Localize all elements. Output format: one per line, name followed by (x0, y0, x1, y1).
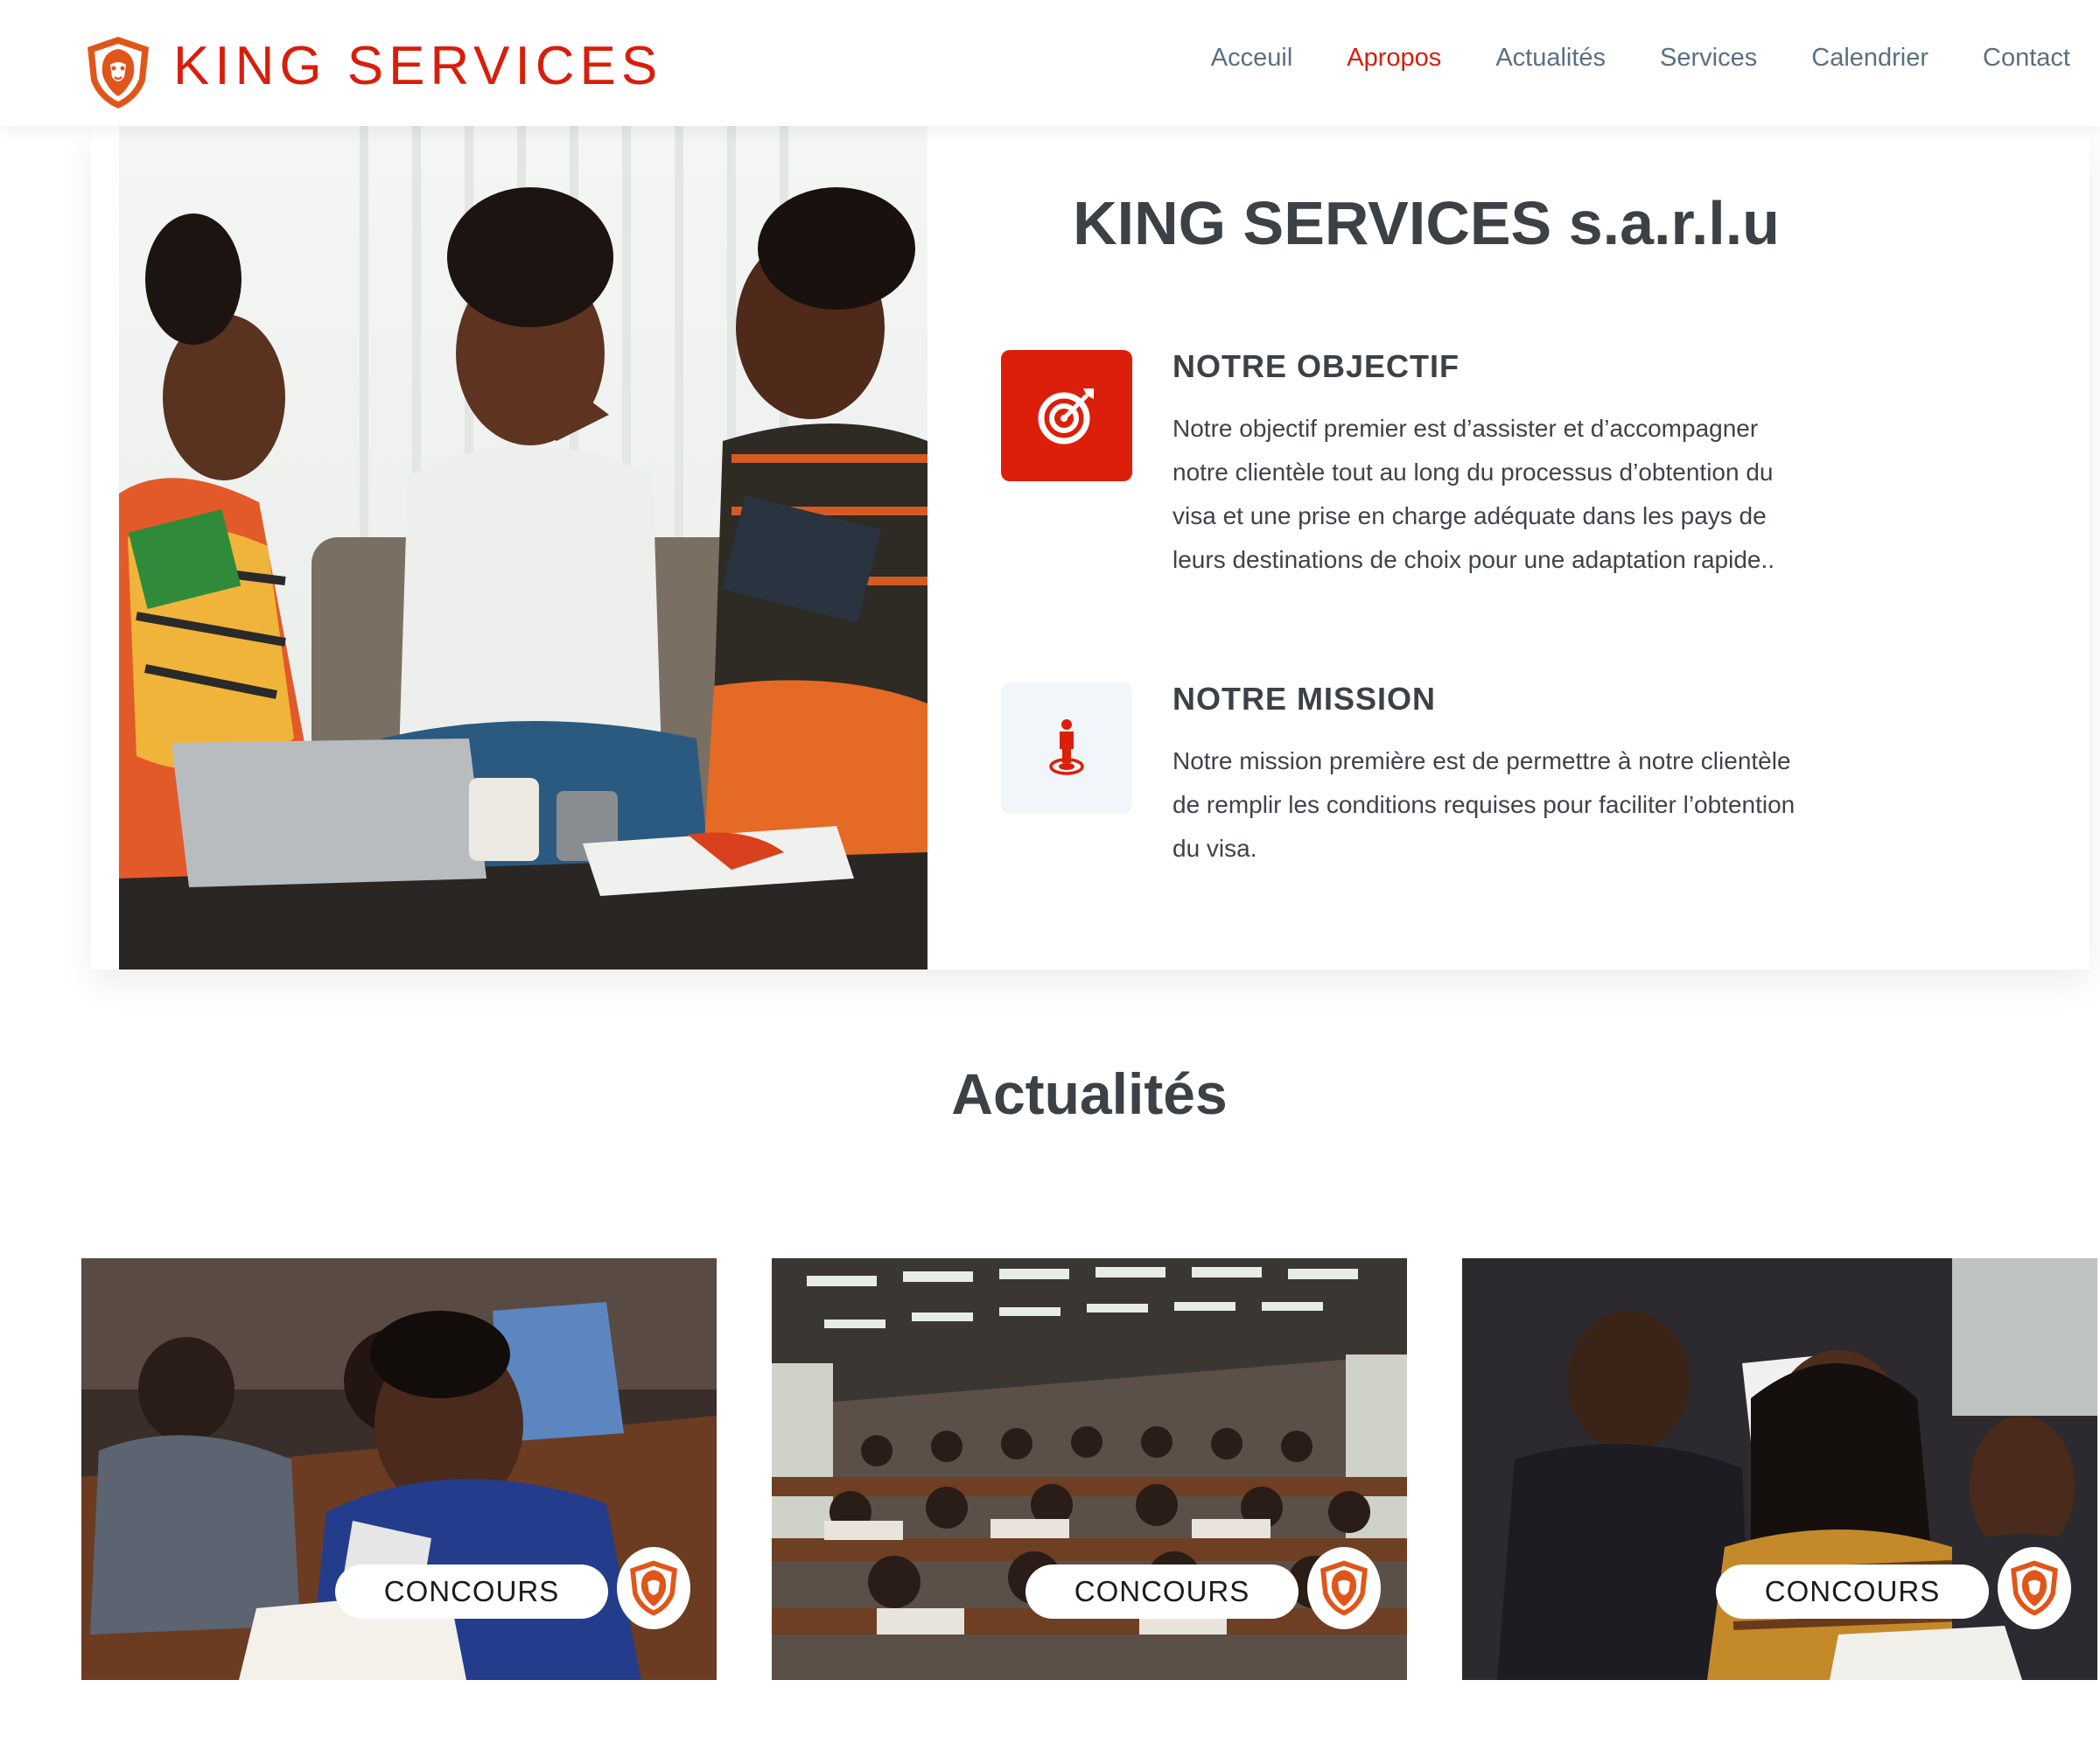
nav-item-actualites[interactable]: Actualités (1495, 38, 1606, 77)
news-tag-pill[interactable]: CONCOURS (335, 1564, 608, 1619)
news-tag-pill[interactable]: CONCOURS (1026, 1564, 1298, 1619)
news-tag-pill[interactable]: CONCOURS (1716, 1564, 1989, 1619)
nav-item-contact[interactable]: Contact (1983, 38, 2070, 77)
news-section-title: Actualités (951, 1061, 1228, 1126)
target-icon (1038, 388, 1094, 444)
mission-text: Notre mission première est de permettre … (1172, 747, 1796, 862)
site-header: KING SERVICES Acceuil Apropos Actualités… (0, 0, 2100, 126)
nav-item-services[interactable]: Services (1660, 38, 1757, 77)
objective-text: Notre objectif premier est d’assister et… (1172, 415, 1775, 573)
lion-shield-badge-icon (617, 1547, 690, 1629)
company-title: KING SERVICES s.a.r.l.u (1073, 189, 1780, 257)
nav-item-apropos[interactable]: Apropos (1347, 38, 1441, 77)
team-meeting-photo (119, 126, 928, 970)
main-nav: Acceuil Apropos Actualités Services Cale… (1211, 38, 2070, 77)
lion-shield-badge-icon (1307, 1547, 1381, 1629)
brand-name[interactable]: KING SERVICES (173, 35, 662, 98)
news-card-3[interactable]: CONCOURS (1462, 1258, 2097, 1680)
news-card-2[interactable]: CONCOURS (772, 1258, 1407, 1680)
news-card-1[interactable]: CONCOURS (81, 1258, 717, 1680)
mission-title: NOTRE MISSION (1172, 681, 1437, 717)
lion-shield-logo-icon[interactable] (84, 35, 152, 110)
lion-shield-badge-icon (1998, 1547, 2071, 1629)
objective-icon-box (1001, 350, 1132, 481)
person-target-icon (1049, 719, 1084, 775)
nav-item-calendrier[interactable]: Calendrier (1811, 38, 1928, 77)
mission-icon-box (1001, 682, 1132, 814)
nav-item-acceuil[interactable]: Acceuil (1211, 38, 1293, 77)
objective-title: NOTRE OBJECTIF (1172, 348, 1460, 384)
